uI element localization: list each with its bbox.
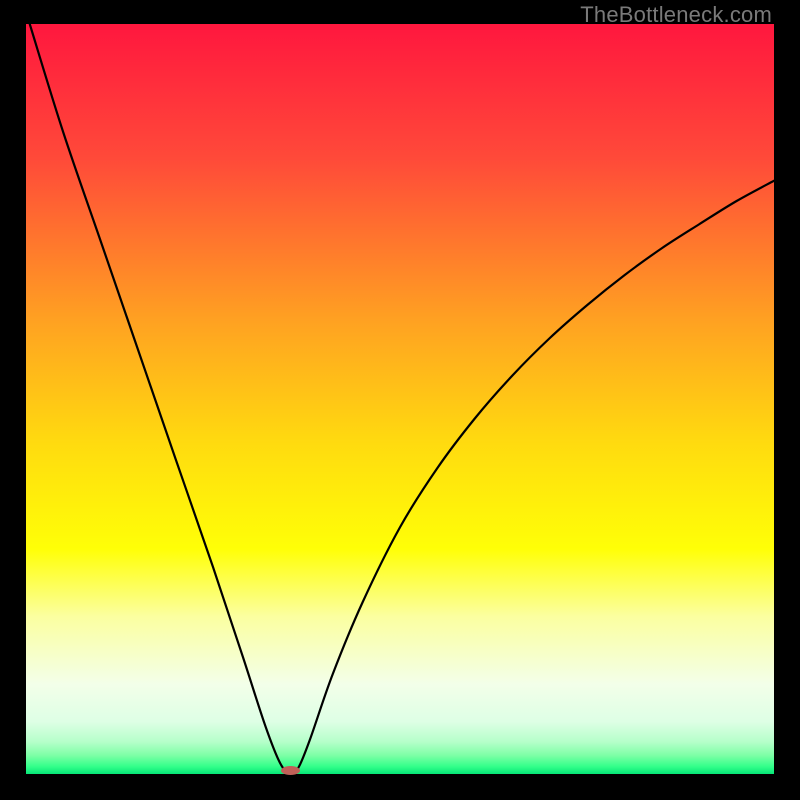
chart-frame [26,24,774,774]
gradient-background [26,24,774,774]
watermark-label: TheBottleneck.com [580,2,772,28]
chart-svg [26,24,774,774]
operating-point-marker [281,766,300,775]
